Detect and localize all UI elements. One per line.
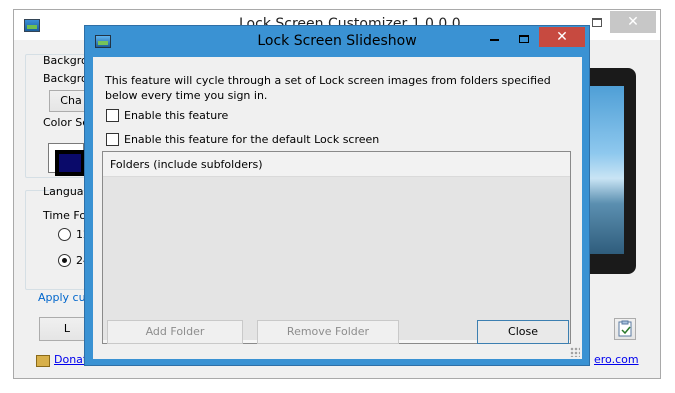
radio-24-hour[interactable] — [58, 254, 71, 267]
dialog-close-icon[interactable]: ✕ — [539, 27, 585, 47]
dialog-body: This feature will cycle through a set of… — [93, 57, 582, 359]
donate-icon — [36, 355, 50, 367]
enable-feature-label[interactable]: Enable this feature — [124, 109, 228, 122]
donate-link[interactable]: Donat — [54, 353, 87, 366]
folder-list-header[interactable]: Folders (include subfolders) — [103, 152, 570, 177]
enable-default-label[interactable]: Enable this feature for the default Lock… — [124, 133, 379, 146]
close-button[interactable]: Close — [477, 320, 569, 344]
folder-list[interactable]: Folders (include subfolders) — [102, 151, 571, 344]
feature-description: This feature will cycle through a set of… — [105, 74, 551, 102]
app-icon — [24, 19, 40, 32]
radio-12-hour[interactable] — [58, 228, 71, 241]
dialog-title: Lock Screen Slideshow — [257, 33, 417, 49]
preview-image — [588, 86, 624, 254]
maximize-icon[interactable] — [592, 18, 602, 27]
maximize-icon[interactable] — [519, 35, 529, 43]
enable-feature-checkbox[interactable] — [106, 109, 119, 122]
dialog-title-bar[interactable]: Lock Screen Slideshow ✕ — [85, 26, 589, 57]
resize-grip-icon[interactable] — [570, 347, 580, 357]
lockscreen-preview — [588, 68, 636, 274]
slideshow-dialog: Lock Screen Slideshow ✕ This feature wil… — [84, 25, 590, 366]
background-group-label: Backgro — [43, 54, 88, 67]
clipboard-icon — [618, 320, 632, 337]
minimize-icon[interactable] — [490, 39, 499, 41]
background-label: Backgro — [43, 72, 88, 85]
color-swatch[interactable] — [48, 143, 85, 176]
tool-button[interactable] — [614, 318, 636, 340]
add-folder-button[interactable]: Add Folder — [107, 320, 243, 344]
main-close-button[interactable]: ✕ — [610, 11, 656, 33]
enable-default-checkbox[interactable] — [106, 133, 119, 146]
remove-folder-button[interactable]: Remove Folder — [257, 320, 399, 344]
website-link[interactable]: ero.com — [594, 353, 639, 366]
